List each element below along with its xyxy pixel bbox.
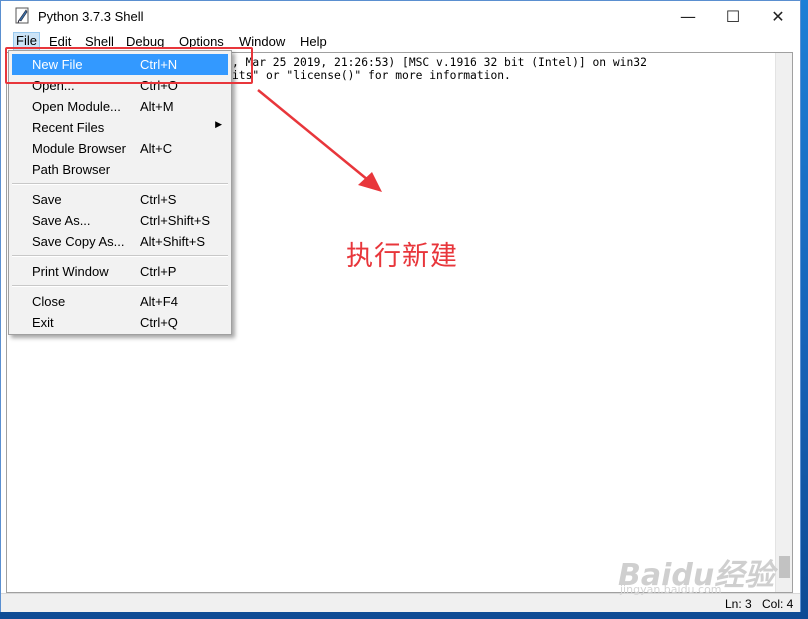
menu-item-recent-files[interactable]: Recent Files ▶ — [12, 117, 228, 138]
menu-item-label: Open Module... — [32, 99, 121, 114]
menu-item-path-browser[interactable]: Path Browser — [12, 159, 228, 180]
menu-item-open-module[interactable]: Open Module... Alt+M — [12, 96, 228, 117]
menu-item-close[interactable]: Close Alt+F4 — [12, 291, 228, 312]
maximize-icon: ☐ — [725, 6, 741, 26]
menu-item-save[interactable]: Save Ctrl+S — [12, 189, 228, 210]
maximize-button[interactable]: ☐ — [710, 1, 756, 31]
menu-separator — [12, 255, 228, 257]
watermark-url: jingyan.baidu.com — [620, 583, 722, 596]
menu-item-save-as[interactable]: Save As... Ctrl+Shift+S — [12, 210, 228, 231]
menu-separator — [12, 183, 228, 185]
window-title: Python 3.7.3 Shell — [38, 9, 144, 24]
minimize-icon: — — [680, 6, 696, 26]
menu-item-shortcut: Ctrl+Shift+S — [140, 213, 211, 228]
menu-item-print-window[interactable]: Print Window Ctrl+P — [12, 261, 228, 282]
menu-item-shortcut: Ctrl+Q — [140, 315, 178, 330]
minimize-button[interactable]: — — [665, 1, 711, 31]
menu-item-label: Save — [32, 192, 62, 207]
submenu-arrow-icon: ▶ — [215, 120, 222, 130]
status-col: Col: 4 — [762, 597, 794, 611]
menu-item-label: Module Browser — [32, 141, 126, 156]
menu-item-label: Save Copy As... — [32, 234, 125, 249]
menu-item-shortcut: Alt+Shift+S — [140, 234, 206, 249]
menu-item-label: Exit — [32, 315, 54, 330]
menu-item-shortcut: Alt+C — [140, 141, 173, 156]
menu-item-exit[interactable]: Exit Ctrl+Q — [12, 312, 228, 333]
menu-item-module-browser[interactable]: Module Browser Alt+C — [12, 138, 228, 159]
menu-item-label: Print Window — [32, 264, 109, 279]
shell-banner-line-2: its" or "license()" for more information… — [232, 69, 511, 82]
annotation-highlight-box — [5, 47, 253, 84]
scrollbar-thumb[interactable] — [779, 556, 790, 578]
vertical-scrollbar[interactable] — [775, 53, 792, 592]
shell-banner-line-1: , Mar 25 2019, 21:26:53) [MSC v.1916 32 … — [232, 56, 647, 69]
menu-item-label: Recent Files — [32, 120, 105, 135]
menu-item-label: Close — [32, 294, 66, 309]
python-feather-icon — [15, 7, 29, 24]
menu-help[interactable]: Help — [298, 33, 329, 50]
annotation-caption: 执行新建 — [346, 241, 458, 272]
menu-item-save-copy-as[interactable]: Save Copy As... Alt+Shift+S — [12, 231, 228, 252]
title-bar[interactable]: Python 3.7.3 Shell — ☐ ✕ — [1, 1, 800, 31]
menu-item-shortcut: Ctrl+S — [140, 192, 177, 207]
menu-item-shortcut: Alt+F4 — [140, 294, 178, 309]
close-icon: ✕ — [771, 6, 785, 26]
menu-item-label: Path Browser — [32, 162, 111, 177]
file-menu-dropdown: New File Ctrl+N Open... Ctrl+O Open Modu… — [8, 50, 232, 335]
annotation-arrow-icon — [257, 89, 382, 192]
menu-item-shortcut: Alt+M — [140, 99, 174, 114]
menu-item-shortcut: Ctrl+P — [140, 264, 177, 279]
status-line: Ln: 3 — [725, 597, 752, 611]
menu-item-label: Save As... — [32, 213, 91, 228]
menu-separator — [12, 285, 228, 287]
close-button[interactable]: ✕ — [755, 1, 801, 31]
